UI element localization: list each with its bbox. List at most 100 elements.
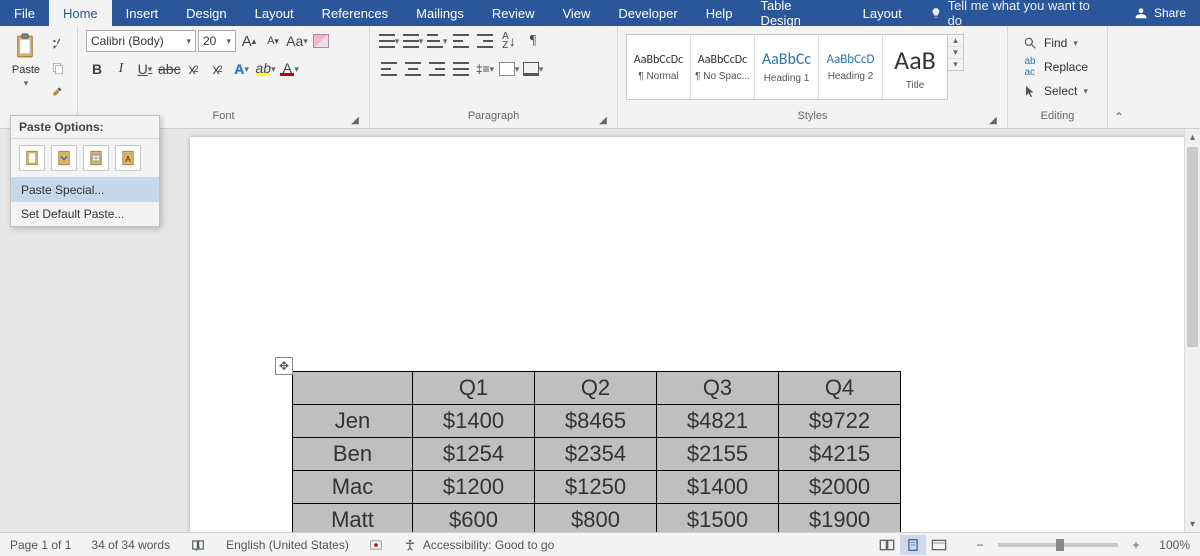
header-q2[interactable]: Q2: [535, 372, 657, 405]
text-effects-button[interactable]: A▾: [231, 58, 253, 80]
header-q1[interactable]: Q1: [413, 372, 535, 405]
status-spellcheck[interactable]: [180, 538, 216, 552]
cell[interactable]: $1500: [657, 504, 779, 533]
scroll-down[interactable]: ▾: [1185, 516, 1200, 532]
tab-table-layout[interactable]: Layout: [849, 0, 916, 26]
tab-design[interactable]: Design: [172, 0, 240, 26]
header-blank[interactable]: [293, 372, 413, 405]
view-web-layout[interactable]: [926, 535, 952, 555]
cell[interactable]: $8465: [535, 405, 657, 438]
style-heading-1[interactable]: AaBbCc Heading 1: [755, 35, 819, 99]
cell[interactable]: $9722: [779, 405, 901, 438]
italic-button[interactable]: I: [110, 58, 132, 80]
cell[interactable]: $1400: [657, 471, 779, 504]
multilevel-list-button[interactable]: ▾: [426, 30, 448, 52]
increase-indent-button[interactable]: [474, 30, 496, 52]
gallery-more[interactable]: ▾: [948, 59, 963, 70]
style-no-spacing[interactable]: AaBbCcDc ¶ No Spac...: [691, 35, 755, 99]
styles-dialog-launcher[interactable]: ◢: [987, 114, 999, 126]
replace-button[interactable]: abac Replace: [1016, 56, 1094, 78]
cell[interactable]: $1900: [779, 504, 901, 533]
vertical-scrollbar[interactable]: ▴ ▾: [1184, 129, 1200, 532]
scroll-thumb[interactable]: [1187, 147, 1198, 347]
paste-special-item[interactable]: Paste Special...: [11, 178, 159, 202]
data-table[interactable]: Q1 Q2 Q3 Q4 Jen $1400 $8465 $4821 $9722 …: [292, 371, 901, 532]
zoom-slider[interactable]: [998, 543, 1118, 547]
view-read-mode[interactable]: [874, 535, 900, 555]
cell[interactable]: $1400: [413, 405, 535, 438]
cell[interactable]: $800: [535, 504, 657, 533]
paste-text-only[interactable]: A: [115, 145, 141, 171]
bold-button[interactable]: B: [86, 58, 108, 80]
cell[interactable]: $2354: [535, 438, 657, 471]
status-macro[interactable]: [359, 538, 393, 552]
tab-file[interactable]: File: [0, 0, 49, 26]
font-color-button[interactable]: A▾: [279, 58, 301, 80]
change-case-button[interactable]: Aa▾: [286, 30, 308, 52]
tab-table-design[interactable]: Table Design: [746, 0, 848, 26]
paste-keep-source[interactable]: [19, 145, 45, 171]
collapse-ribbon-button[interactable]: ⌃: [1108, 26, 1130, 128]
show-marks-button[interactable]: ¶: [522, 30, 544, 52]
select-button[interactable]: Select ▾: [1016, 80, 1094, 102]
cell-name[interactable]: Ben: [293, 438, 413, 471]
highlight-button[interactable]: ab▾: [255, 58, 277, 80]
cell[interactable]: $600: [413, 504, 535, 533]
tab-insert[interactable]: Insert: [112, 0, 173, 26]
cell-name[interactable]: Matt: [293, 504, 413, 533]
subscript-button[interactable]: x2: [183, 58, 205, 80]
cell[interactable]: $1250: [535, 471, 657, 504]
clear-formatting-button[interactable]: [310, 30, 332, 52]
tab-layout[interactable]: Layout: [241, 0, 308, 26]
decrease-indent-button[interactable]: [450, 30, 472, 52]
font-size-combo[interactable]: 20 ▾: [198, 30, 236, 52]
font-name-combo[interactable]: Calibri (Body) ▾: [86, 30, 196, 52]
tab-developer[interactable]: Developer: [604, 0, 691, 26]
status-word-count[interactable]: 34 of 34 words: [81, 538, 180, 552]
set-default-paste-item[interactable]: Set Default Paste...: [11, 202, 159, 226]
tell-me-search[interactable]: Tell me what you want to do: [916, 0, 1120, 26]
header-q4[interactable]: Q4: [779, 372, 901, 405]
paste-merge-formatting[interactable]: [51, 145, 77, 171]
cell[interactable]: $4215: [779, 438, 901, 471]
tab-mailings[interactable]: Mailings: [402, 0, 478, 26]
font-dialog-launcher[interactable]: ◢: [349, 114, 361, 126]
tab-references[interactable]: References: [308, 0, 402, 26]
bullets-button[interactable]: ▾: [378, 30, 400, 52]
zoom-value[interactable]: 100%: [1146, 538, 1190, 552]
strikethrough-button[interactable]: abc: [158, 58, 181, 80]
cell-name[interactable]: Mac: [293, 471, 413, 504]
zoom-out-button[interactable]: −: [972, 538, 988, 552]
paragraph-dialog-launcher[interactable]: ◢: [597, 114, 609, 126]
justify-button[interactable]: [450, 58, 472, 80]
paste-picture[interactable]: [83, 145, 109, 171]
style-heading-2[interactable]: AaBbCcD Heading 2: [819, 35, 883, 99]
tab-help[interactable]: Help: [692, 0, 747, 26]
zoom-in-button[interactable]: +: [1128, 538, 1144, 552]
shading-button[interactable]: ▾: [498, 58, 520, 80]
find-button[interactable]: Find ▾: [1016, 32, 1084, 54]
line-spacing-button[interactable]: ‡≡▾: [474, 58, 496, 80]
tab-home[interactable]: Home: [49, 0, 112, 26]
align-center-button[interactable]: [402, 58, 424, 80]
table-move-handle[interactable]: ✥: [275, 357, 293, 375]
gallery-up[interactable]: ▴: [948, 35, 963, 47]
share-button[interactable]: Share: [1120, 0, 1200, 26]
scroll-up[interactable]: ▴: [1185, 129, 1200, 145]
cell[interactable]: $1254: [413, 438, 535, 471]
cell[interactable]: $4821: [657, 405, 779, 438]
status-language[interactable]: English (United States): [216, 538, 359, 552]
format-painter-button[interactable]: [48, 82, 68, 102]
tab-view[interactable]: View: [548, 0, 604, 26]
style-title[interactable]: AaB Title: [883, 35, 947, 99]
borders-button[interactable]: ▾: [522, 58, 544, 80]
align-right-button[interactable]: [426, 58, 448, 80]
cell-name[interactable]: Jen: [293, 405, 413, 438]
view-print-layout[interactable]: [900, 535, 926, 555]
cut-button[interactable]: [48, 34, 68, 54]
grow-font-button[interactable]: A▴: [238, 30, 260, 52]
style-normal[interactable]: AaBbCcDc ¶ Normal: [627, 35, 691, 99]
numbering-button[interactable]: ▾: [402, 30, 424, 52]
status-page[interactable]: Page 1 of 1: [0, 538, 81, 552]
cell[interactable]: $1200: [413, 471, 535, 504]
